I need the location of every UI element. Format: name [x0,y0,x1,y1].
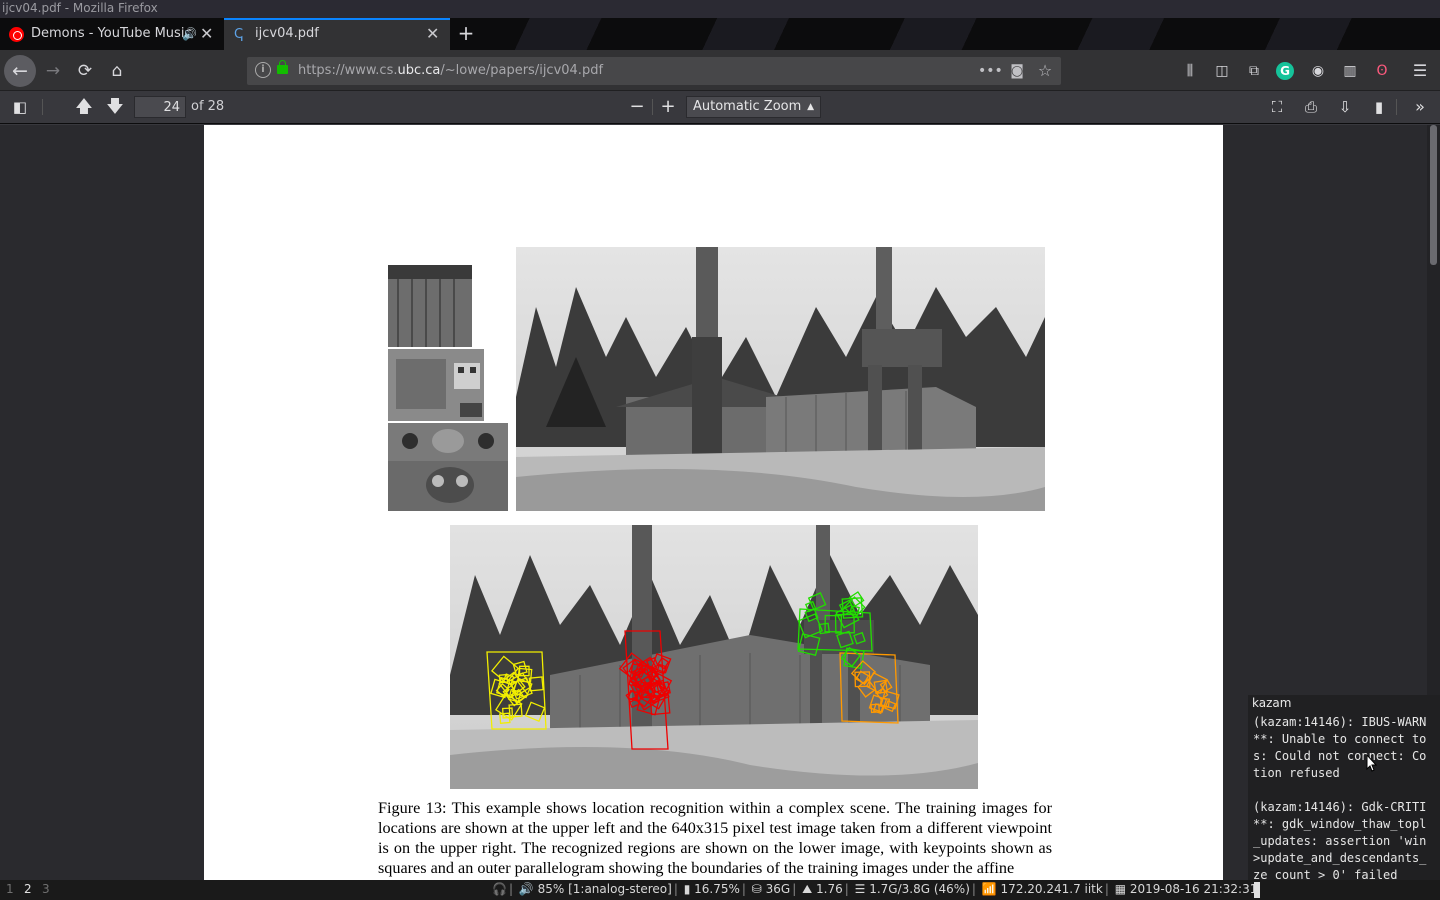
next-page-button[interactable]: 🡇 [103,96,127,118]
library-icon[interactable]: ⫼ [1180,61,1200,81]
training-image-2 [388,349,484,421]
grammarly-icon[interactable]: G [1276,62,1294,80]
tab-youtube-music[interactable]: Demons - YouTube Music 🔊 ✕ [0,18,224,50]
green-keypoint [853,631,866,645]
pdf-page: Figure 13: This example shows location r… [204,125,1223,881]
close-tab-icon[interactable]: ✕ [426,18,439,50]
toolbar-divider [1396,99,1397,115]
disk-status: 36G [765,882,791,896]
battery-status: 16.75% [694,882,740,896]
scrollbar-thumb[interactable] [1430,125,1437,265]
presentation-mode-icon[interactable]: ⛶ [1265,96,1289,118]
tab-strip: Demons - YouTube Music 🔊 ✕ ↅ ijcv04.pdf … [0,18,1440,50]
figure-caption: Figure 13: This example shows location r… [378,799,1052,877]
volume-icon: 🔊 [518,882,534,896]
workspace-1[interactable]: 1 [6,880,14,899]
calendar-icon: ▦ [1114,882,1127,896]
tools-menu-icon[interactable]: » [1408,96,1432,118]
page-count: of 28 [191,99,225,114]
green-keypoint [807,592,827,611]
network-status: 172.20.241.7 iitk [1000,882,1103,896]
battery-icon: ▮ [683,882,691,896]
screenshot-icon[interactable]: ⧉ [1244,61,1264,81]
barcode-extension-icon[interactable]: ▥ [1340,61,1360,81]
training-image-1 [388,265,472,347]
url-path: /~lowe/papers/ijcv04.pdf [440,63,604,78]
mouse-cursor-icon [1366,754,1378,772]
tab-label: ijcv04.pdf [255,26,319,41]
wifi-icon: 📶 [981,882,997,896]
headphones-icon: 🎧 [492,882,507,896]
back-button[interactable]: ← [4,55,36,87]
privacy-extension-icon[interactable]: ʘ [1372,61,1392,81]
terminal-output: (kazam:14146): IBUS-WARN **: Unable to c… [1253,715,1427,882]
zoom-in-button[interactable]: + [656,96,680,118]
green-keypoint [836,630,854,649]
chevron-updown-icon: ▲ [807,102,814,112]
previous-page-button[interactable]: 🡅 [72,96,96,118]
memory-icon: ☰ [854,882,866,896]
system-status-bar: 1 2 3 🎧 | 🔊 85% [1:analog-stereo] | ▮ 16.7… [0,880,1440,900]
sidebar-icon[interactable]: ◫ [1212,61,1232,81]
zoom-out-button[interactable]: − [625,96,649,118]
workspace-2[interactable]: 2 [24,880,32,899]
speaker-icon[interactable]: 🔊 [182,18,197,50]
pocket-icon[interactable]: ◙ [1006,60,1028,82]
load-status: 1.76 [816,882,843,896]
tabstrip-background [480,18,1440,50]
toolbar-divider [42,99,43,115]
extension-icon[interactable]: ◉ [1308,61,1328,81]
status-indicators: 🎧 | 🔊 85% [1:analog-stereo] | ▮ 16.75% | ⛁ … [492,882,1258,896]
training-image-3 [388,423,508,511]
zoom-value: Automatic Zoom [693,99,802,114]
volume-status: 85% [1:analog-stereo] [537,882,672,896]
terminal-title: kazam [1252,696,1292,710]
close-tab-icon[interactable]: ✕ [200,18,213,50]
navigation-bar: ← → ⟳ ⌂ i https://www.cs.ubc.ca/~lowe/pa… [0,50,1440,91]
bookmark-icon[interactable]: ▮ [1367,96,1391,118]
tab-ijcv04-pdf[interactable]: ↅ ijcv04.pdf ✕ [224,18,450,50]
reload-button[interactable]: ⟳ [72,58,98,84]
memory-status: 1.7G/3.8G (46%) [869,882,970,896]
page-number-input[interactable] [134,96,186,118]
status-caret [1254,882,1260,898]
yellow-keypoint [524,701,546,723]
url-prefix: https://www.cs. [298,63,398,78]
pdf-icon: ↅ [234,27,244,42]
url-domain: ubc.ca [397,63,441,78]
home-button[interactable]: ⌂ [104,58,130,84]
pdf-viewer[interactable]: Figure 13: This example shows location r… [0,125,1440,881]
bookmark-star-icon[interactable]: ☆ [1034,60,1056,82]
download-icon[interactable]: ⇩ [1333,96,1357,118]
tab-label: Demons - YouTube Music [31,26,192,41]
url-text[interactable]: https://www.cs.ubc.ca/~lowe/papers/ijcv0… [298,57,603,85]
sidebar-toggle-icon[interactable]: ◧ [8,96,32,118]
print-icon[interactable]: ⎙ [1299,96,1323,118]
disk-icon: ⛁ [751,882,762,896]
zoom-select[interactable]: Automatic Zoom ▲ [686,96,821,118]
pdf-toolbar: ◧ 🡅 🡇 of 28 − + Automatic Zoom ▲ ⛶ ⎙ ⇩ ▮… [0,91,1440,124]
forward-button[interactable]: → [40,58,66,84]
youtube-music-icon [9,27,24,42]
datetime-status: 2019-08-16 21:32:31 [1129,882,1258,896]
test-image-upper [516,247,1045,511]
kazam-terminal-popup: kazam (kazam:14146): IBUS-WARN **: Unabl… [1248,695,1440,885]
workspace-3[interactable]: 3 [42,880,50,899]
hamburger-menu-icon[interactable]: ☰ [1410,61,1430,81]
recognized-regions-overlay [486,591,900,750]
window-title: ijcv04.pdf - Mozilla Firefox [0,0,1440,18]
url-bar[interactable]: i https://www.cs.ubc.ca/~lowe/papers/ijc… [247,57,1061,85]
toolbar-divider [652,99,653,115]
recognition-result-image [450,525,978,789]
new-tab-button[interactable]: + [452,18,480,50]
load-icon: ⛰ [802,882,813,896]
green-keypoint [797,633,821,656]
lock-icon[interactable] [277,60,288,74]
info-icon[interactable]: i [255,62,271,78]
page-actions-icon[interactable]: ••• [978,60,1003,82]
